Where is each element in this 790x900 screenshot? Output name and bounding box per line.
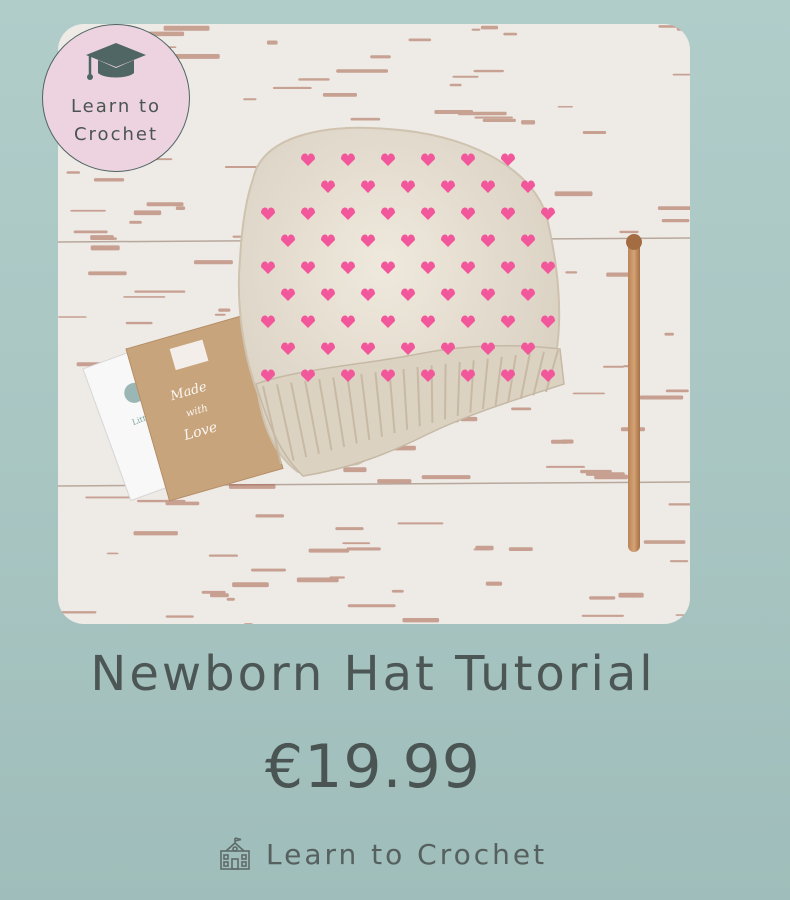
product-price: €19.99 xyxy=(265,732,481,802)
vendor-link[interactable]: Learn to Crochet xyxy=(218,834,547,874)
product-title[interactable]: Newborn Hat Tutorial xyxy=(0,646,746,702)
vendor-label: Learn to Crochet xyxy=(266,837,548,871)
learn-to-crochet-badge: Learn to Crochet xyxy=(42,24,190,172)
crochet-hook-image xyxy=(626,234,642,552)
school-building-icon xyxy=(220,837,250,870)
badge-label: Learn to Crochet xyxy=(70,96,162,145)
graduation-cap-icon xyxy=(86,43,146,80)
product-card: Little Woolly Made with Love xyxy=(0,0,790,900)
